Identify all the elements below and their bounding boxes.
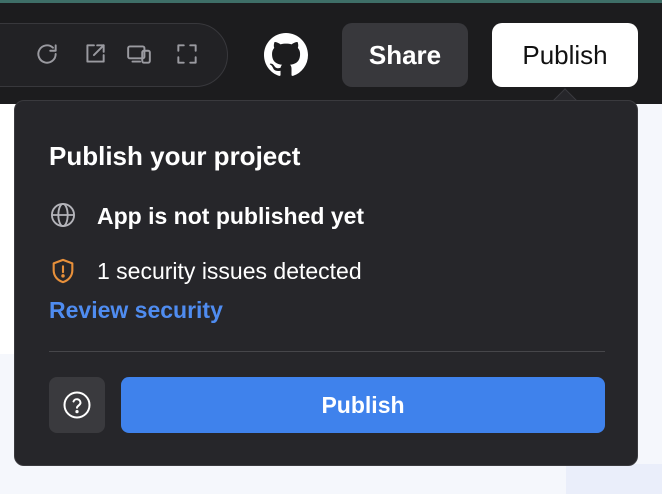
- popover-divider: [49, 351, 605, 352]
- review-security-link[interactable]: Review security: [49, 297, 223, 324]
- security-issues-text: 1 security issues detected: [97, 258, 362, 284]
- device-preview-icon[interactable]: [126, 41, 152, 67]
- background-panel-right: [566, 464, 662, 494]
- share-button[interactable]: Share: [342, 23, 468, 87]
- github-icon[interactable]: [264, 33, 308, 77]
- open-external-icon[interactable]: [82, 41, 108, 67]
- help-circle-icon: [62, 390, 92, 420]
- globe-icon: [49, 201, 77, 229]
- publish-button-topbar[interactable]: Publish: [492, 23, 638, 87]
- popover-title: Publish your project: [49, 141, 301, 171]
- app-stage: Share Publish Publish your project App i…: [0, 0, 662, 494]
- top-bar: Share Publish: [0, 0, 662, 104]
- reload-icon[interactable]: [34, 41, 60, 67]
- shield-warning-icon: [49, 257, 77, 285]
- publish-popover: Publish your project App is not publishe…: [14, 100, 638, 466]
- fullscreen-icon[interactable]: [174, 41, 200, 67]
- help-button[interactable]: [49, 377, 105, 433]
- publish-status-text: App is not published yet: [97, 203, 365, 229]
- publish-button[interactable]: Publish: [121, 377, 605, 433]
